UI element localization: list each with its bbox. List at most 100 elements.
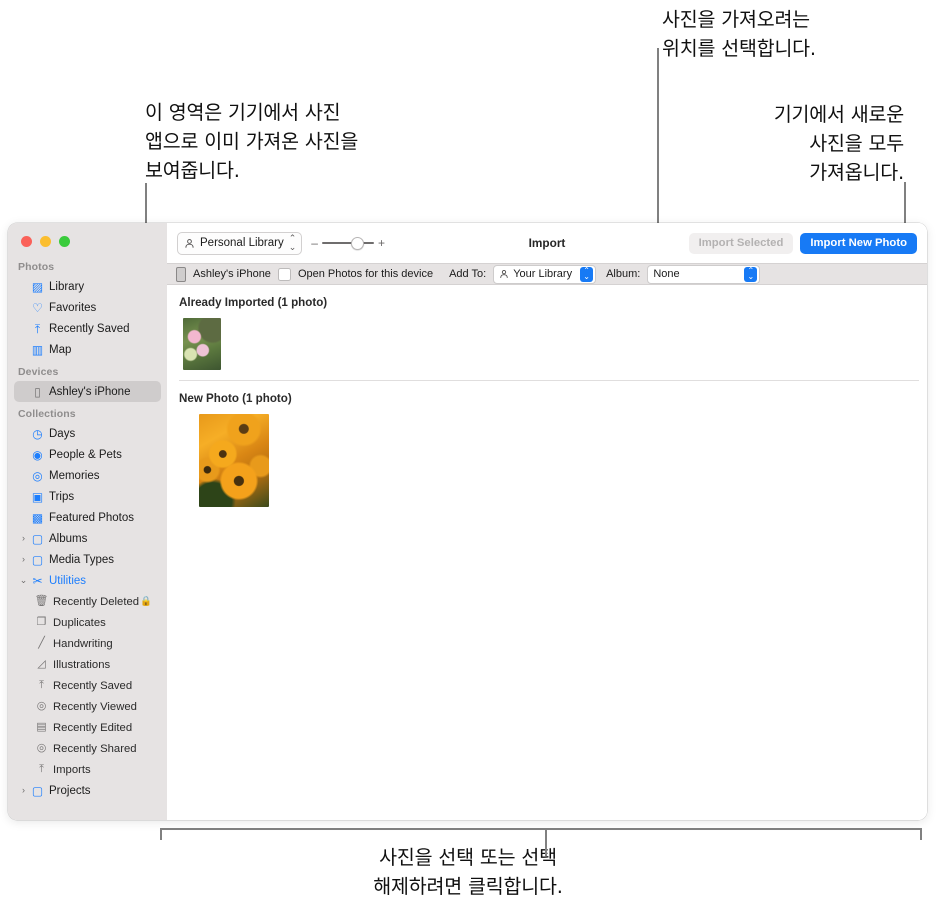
sidebar-group-collections-title: Collections (18, 408, 76, 420)
sidebar-item-label: Featured Photos (49, 511, 135, 524)
tray-arrow-up-icon: ⤒ (39, 763, 44, 775)
photo-thumbnail-already-imported[interactable] (183, 318, 221, 370)
sidebar-item-duplicates[interactable]: ❐ Duplicates (14, 612, 161, 633)
pen-stroke-icon: ╱ (38, 637, 45, 649)
zoom-slider-control[interactable]: – + (311, 236, 385, 250)
folder-icon: ▢ (31, 552, 44, 567)
import-selected-button[interactable]: Import Selected (688, 232, 794, 254)
sidebar-item-utilities[interactable]: ⌄ ✂ Utilities (14, 570, 161, 591)
tools-icon: ✂ (32, 573, 43, 588)
chevron-up-down-icon: ⌃ ⌄ (288, 233, 297, 252)
minimize-button[interactable] (40, 236, 51, 247)
zoom-in-label[interactable]: + (378, 237, 385, 249)
sidebar-item-recently-shared[interactable]: ◎ Recently Shared (14, 738, 161, 759)
toolbar-right-group: Import Selected Import New Photo (688, 232, 917, 254)
sidebar-item-map[interactable]: ▥ Map (14, 339, 161, 360)
sidebar-item-library[interactable]: ▨ Library (14, 276, 161, 297)
sidebar-item-featured-photos[interactable]: ▩ Featured Photos (14, 507, 161, 528)
sidebar-item-ashleys-iphone[interactable]: ▯ Ashley's iPhone (14, 381, 161, 402)
sidebar-item-label: Utilities (49, 574, 87, 587)
zoom-out-label[interactable]: – (311, 237, 318, 249)
sidebar-item-label: Recently Shared (53, 742, 137, 755)
sidebar-item-recently-edited[interactable]: ▤ Recently Edited (14, 717, 161, 738)
sidebar: Photos ▨ Library ♡ Favorites ⤒ Recently … (8, 223, 167, 820)
bracket-bottom-stub (545, 828, 547, 856)
sidebar-item-recently-viewed[interactable]: ◎ Recently Viewed (14, 696, 161, 717)
section-title: New Photo (1 photo) (179, 392, 292, 405)
iphone-icon (176, 266, 186, 282)
album-popup-button[interactable]: None ⌃ ⌄ (647, 264, 761, 284)
sidebar-item-label: Duplicates (53, 616, 106, 629)
photo-thumbnail-new-photo[interactable] (199, 414, 269, 507)
import-content-area[interactable]: Already Imported (1 photo) New Photo (1 … (167, 285, 927, 820)
photos-library-icon: ▨ (31, 279, 44, 294)
lock-icon: 🔒 (140, 596, 152, 607)
person-circle-icon: ◉ (32, 447, 43, 462)
add-to-label: Add To: (449, 268, 487, 280)
annotation-left-top: 이 영역은 기기에서 사진 앱으로 이미 가져온 사진을 보여줍니다. (145, 101, 359, 182)
sidebar-item-label: Ashley's iPhone (49, 385, 131, 398)
tray-arrow-up-icon: ⤒ (34, 321, 41, 336)
album-value: None (653, 268, 680, 280)
sidebar-item-label: Albums (49, 532, 88, 545)
memories-icon: ◎ (32, 468, 43, 483)
sidebar-item-label: Favorites (49, 301, 97, 314)
zoom-button[interactable] (59, 236, 70, 247)
sidebar-item-label: Recently Viewed (53, 700, 137, 713)
sidebar-item-recently-saved[interactable]: ⤒ Recently Saved (14, 318, 161, 339)
sidebar-group-photos-title: Photos (18, 261, 55, 273)
zoom-slider[interactable] (321, 236, 374, 250)
import-new-photo-button[interactable]: Import New Photo (800, 232, 917, 254)
bracket-bottom-right-cap (920, 828, 922, 840)
sidebar-item-label: Recently Saved (53, 679, 133, 692)
stepper-icon[interactable]: ⌃ ⌄ (744, 266, 758, 282)
library-popup-button[interactable]: Personal Library ⌃ ⌄ (177, 231, 303, 255)
add-to-value: Your Library (513, 268, 573, 280)
sidebar-item-albums[interactable]: › ▢ Albums (14, 528, 161, 549)
sidebar-item-label: Illustrations (53, 658, 111, 671)
bracket-bottom-left-cap (160, 828, 162, 840)
open-photos-checkbox[interactable] (277, 267, 291, 281)
annotation-bottom: 사진을 선택 또는 선택 해제하려면 클릭합니다. (373, 846, 563, 898)
sidebar-scroll-area[interactable]: Photos ▨ Library ♡ Favorites ⤒ Recently … (8, 247, 167, 801)
chevron-right-icon[interactable]: › (18, 555, 29, 564)
slider-knob[interactable] (350, 236, 364, 250)
bracket-bottom-horizontal (160, 828, 922, 830)
chevron-right-icon[interactable]: › (18, 534, 29, 543)
duplicate-icon: ❐ (36, 616, 47, 628)
photos-app-window: Photos ▨ Library ♡ Favorites ⤒ Recently … (8, 223, 927, 820)
stepper-icon[interactable]: ⌃ ⌄ (580, 266, 594, 282)
library-popup-label: Personal Library (200, 237, 284, 249)
sidebar-item-days[interactable]: ◷ Days (14, 423, 161, 444)
sidebar-item-label: People & Pets (49, 448, 122, 461)
heart-icon: ♡ (32, 300, 43, 315)
close-button[interactable] (21, 236, 32, 247)
sidebar-item-favorites[interactable]: ♡ Favorites (14, 297, 161, 318)
sidebar-item-handwriting[interactable]: ╱ Handwriting (14, 633, 161, 654)
toolbar: Personal Library ⌃ ⌄ – + Import Import S… (167, 223, 927, 263)
sidebar-item-imports[interactable]: ⤒ Imports (14, 759, 161, 780)
sidebar-item-trips[interactable]: ▣ Trips (14, 486, 161, 507)
sidebar-item-illustrations[interactable]: ◿ Illustrations (14, 654, 161, 675)
add-to-popup-button[interactable]: Your Library ⌃ ⌄ (493, 264, 597, 284)
sidebar-item-media-types[interactable]: › ▢ Media Types (14, 549, 161, 570)
thumbnail-row (167, 405, 927, 517)
window-traffic-lights (8, 223, 167, 247)
clock-icon: ◷ (32, 426, 43, 441)
sidebar-item-memories[interactable]: ◎ Memories (14, 465, 161, 486)
main-pane: Personal Library ⌃ ⌄ – + Import Import S… (167, 223, 927, 820)
open-photos-label[interactable]: Open Photos for this device (298, 268, 433, 280)
section-new-photo: New Photo (1 photo) (167, 381, 927, 517)
chevron-right-icon[interactable]: › (18, 786, 29, 795)
sidebar-item-recently-deleted[interactable]: 🗑 Recently Deleted 🔒 (14, 591, 161, 612)
person-icon (185, 238, 194, 248)
sidebar-item-utilities-recently-saved[interactable]: ⤒ Recently Saved (14, 675, 161, 696)
chevron-down-icon[interactable]: ⌄ (18, 576, 29, 585)
annotation-right-top: 사진을 가져오려는 위치를 선택합니다. (662, 8, 816, 60)
sidebar-item-label: Days (49, 427, 76, 440)
sidebar-item-projects[interactable]: › ▢ Projects (14, 780, 161, 801)
toolbar-left-group: Personal Library ⌃ ⌄ – + (177, 231, 385, 255)
slider-track (321, 241, 374, 245)
sidebar-item-label: Imports (53, 763, 91, 776)
sidebar-item-people-and-pets[interactable]: ◉ People & Pets (14, 444, 161, 465)
